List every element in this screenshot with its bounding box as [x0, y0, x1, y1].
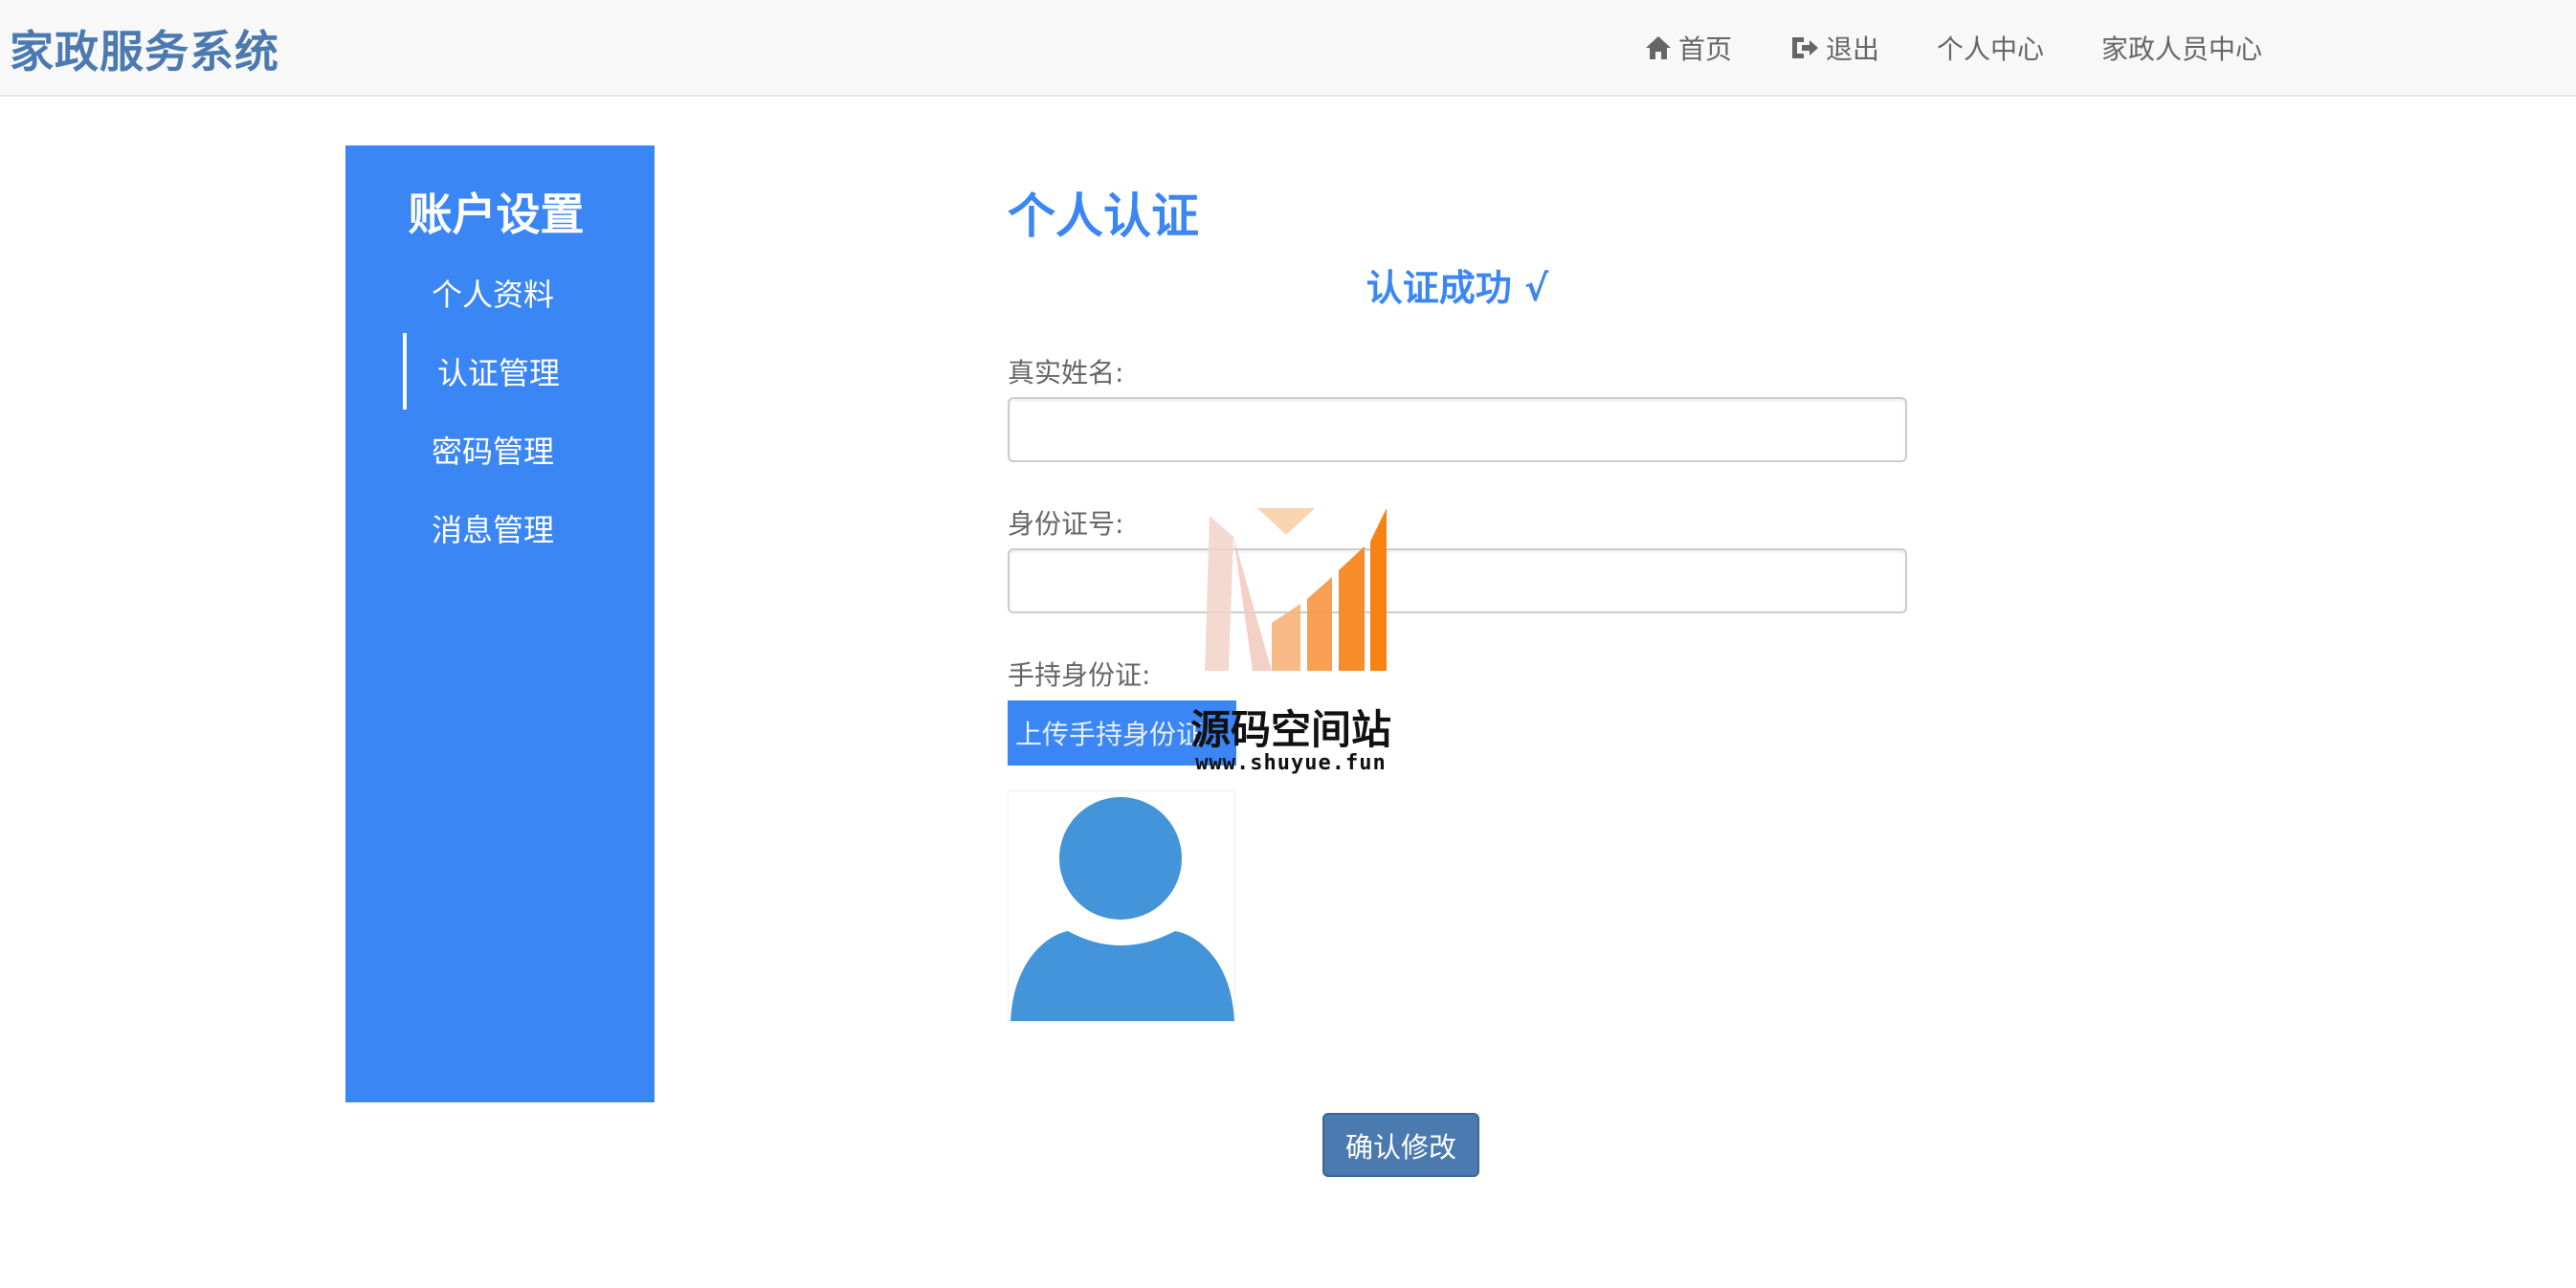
- real-name-input[interactable]: [1008, 397, 1907, 462]
- sidebar-item-messages[interactable]: 消息管理: [403, 490, 633, 566]
- id-number-input[interactable]: [1008, 548, 1907, 613]
- sidebar-item-label: 认证管理: [437, 355, 561, 391]
- nav-staff-center-label: 家政人员中心: [2101, 33, 2263, 65]
- sidebar-item-label: 个人资料: [432, 277, 555, 313]
- sidebar-item-label: 消息管理: [432, 512, 555, 548]
- sidebar-item-password[interactable]: 密码管理: [403, 411, 633, 488]
- sidebar-item-label: 密码管理: [432, 433, 555, 470]
- nav-staff-center-link[interactable]: 家政人员中心: [2101, 29, 2262, 67]
- nav-personal-center-link[interactable]: 个人中心: [1937, 29, 2044, 67]
- home-icon: [1646, 36, 1671, 59]
- nav-logout-link[interactable]: 退出: [1789, 29, 1879, 67]
- page-title: 个人认证: [1008, 189, 1199, 244]
- id-photo-preview[interactable]: [1008, 790, 1235, 1022]
- nav-logout-label: 退出: [1826, 33, 1880, 65]
- nav-home-link[interactable]: 首页: [1644, 29, 1732, 67]
- certification-status: 认证成功 √: [1366, 267, 1549, 309]
- sidebar-item-profile[interactable]: 个人资料: [403, 255, 633, 331]
- top-navbar: 家政服务系统 首页 退出 个人中心 家政人员中心: [0, 0, 2576, 97]
- id-number-label: 身份证号:: [1008, 508, 1124, 540]
- sidebar-title: 账户设置: [408, 189, 585, 240]
- brand-title[interactable]: 家政服务系统: [10, 17, 279, 80]
- nav-personal-center-label: 个人中心: [1937, 33, 2045, 65]
- confirm-button[interactable]: 确认修改: [1322, 1113, 1479, 1177]
- real-name-label: 真实姓名:: [1008, 357, 1124, 389]
- nav-links: 首页 退出 个人中心 家政人员中心: [1644, 29, 2262, 67]
- sidebar: 账户设置 个人资料 认证管理 密码管理 消息管理: [345, 145, 655, 1102]
- sidebar-item-certification[interactable]: 认证管理: [403, 333, 633, 410]
- id-photo-label: 手持身份证:: [1008, 659, 1151, 691]
- nav-home-label: 首页: [1678, 33, 1733, 65]
- user-avatar-icon: [1009, 791, 1234, 1021]
- logout-icon: [1792, 37, 1819, 58]
- upload-id-photo-button[interactable]: 上传手持身份证: [1008, 700, 1236, 766]
